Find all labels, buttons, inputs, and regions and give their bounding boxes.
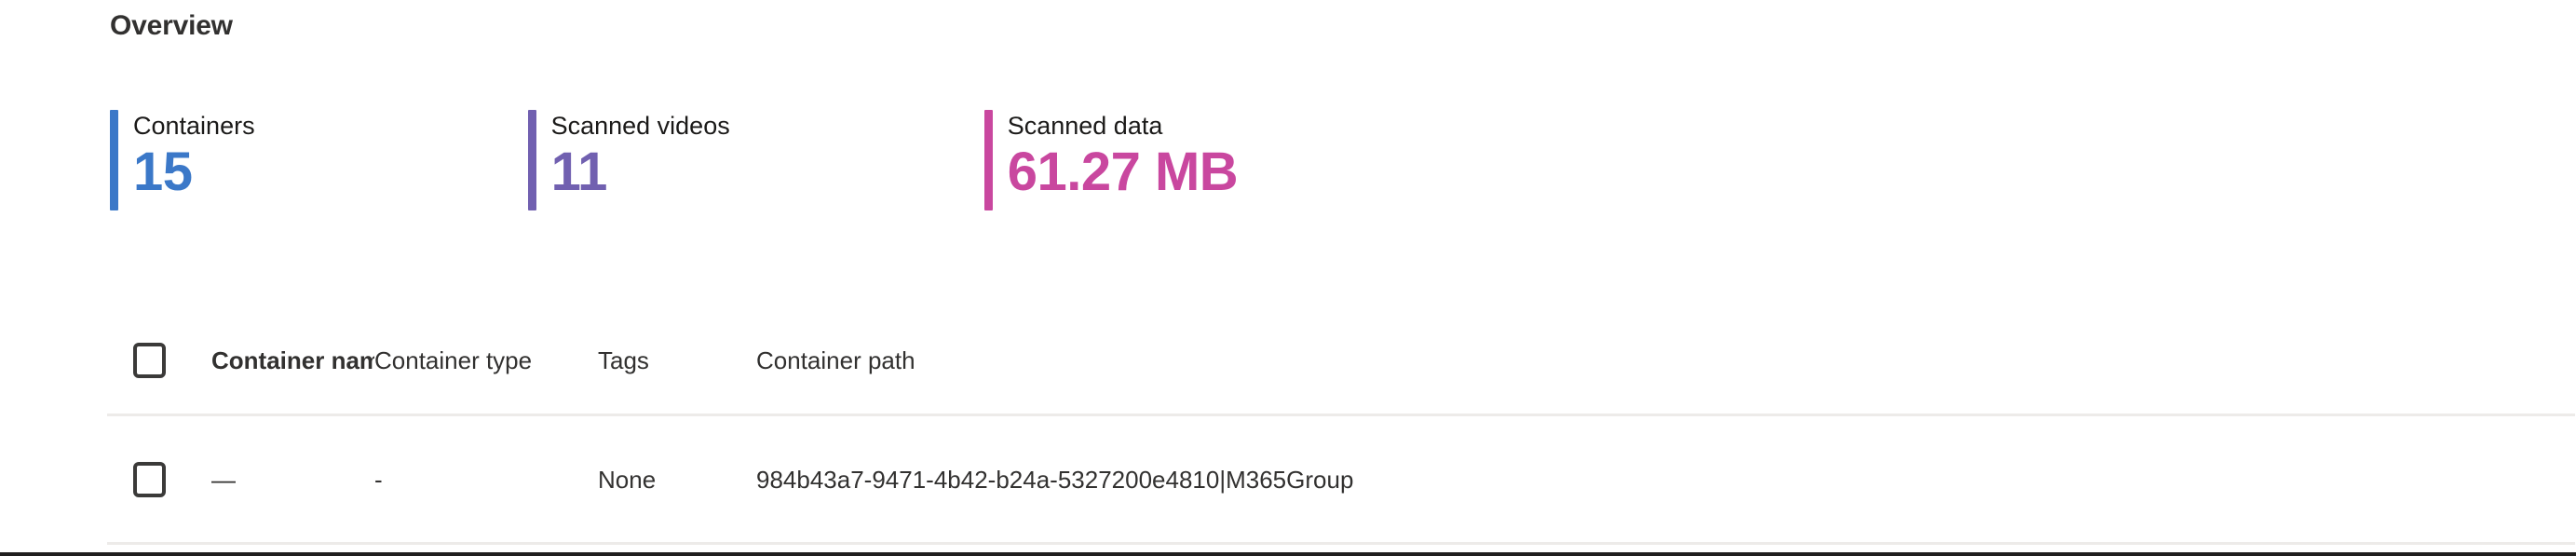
row-select-checkbox[interactable] (133, 461, 166, 497)
metric-accent-bar-containers (110, 110, 118, 210)
column-header-container-name[interactable]: Container name (211, 345, 374, 376)
cell-container-type: - (374, 465, 383, 494)
column-header-container-type[interactable]: Container type (374, 345, 598, 376)
row-select-cell (107, 461, 211, 497)
metric-accent-bar-scanned-data (983, 110, 993, 210)
column-header-container-path[interactable]: Container path (756, 345, 2575, 376)
select-all-checkbox[interactable] (133, 343, 166, 378)
cell-container-path: 984b43a7-9471-4b42-b24a-5327200e4810|M36… (756, 465, 1354, 494)
page-title: Overview (110, 10, 233, 41)
metric-card-scanned-data: Scanned data 61.27 MB (983, 110, 1239, 210)
metric-label-scanned-videos: Scanned videos (550, 112, 730, 140)
table-header-row: Container name Container type Tags Conta… (107, 307, 2575, 416)
table-row[interactable]: — - None 984b43a7-9471-4b42-b24a-5327200… (107, 416, 2575, 545)
metric-value-scanned-videos: 11 (550, 142, 608, 202)
column-header-tags[interactable]: Tags (598, 345, 756, 376)
metric-label-containers: Containers (133, 112, 255, 140)
select-all-cell (107, 343, 211, 378)
metric-value-scanned-data: 61.27 MB (1007, 142, 1239, 202)
metric-label-scanned-data: Scanned data (1007, 112, 1163, 140)
overview-metrics: Containers 15 Scanned videos 11 Scanned … (110, 110, 1239, 210)
containers-table: Container name Container type Tags Conta… (107, 307, 2575, 545)
cell-tags: None (598, 465, 657, 494)
metric-value-containers: 15 (133, 142, 193, 202)
metric-card-containers: Containers 15 (110, 110, 255, 210)
metric-accent-bar-scanned-videos (527, 110, 536, 210)
metric-card-scanned-videos: Scanned videos 11 (527, 110, 730, 210)
cell-container-name: — (211, 465, 236, 494)
